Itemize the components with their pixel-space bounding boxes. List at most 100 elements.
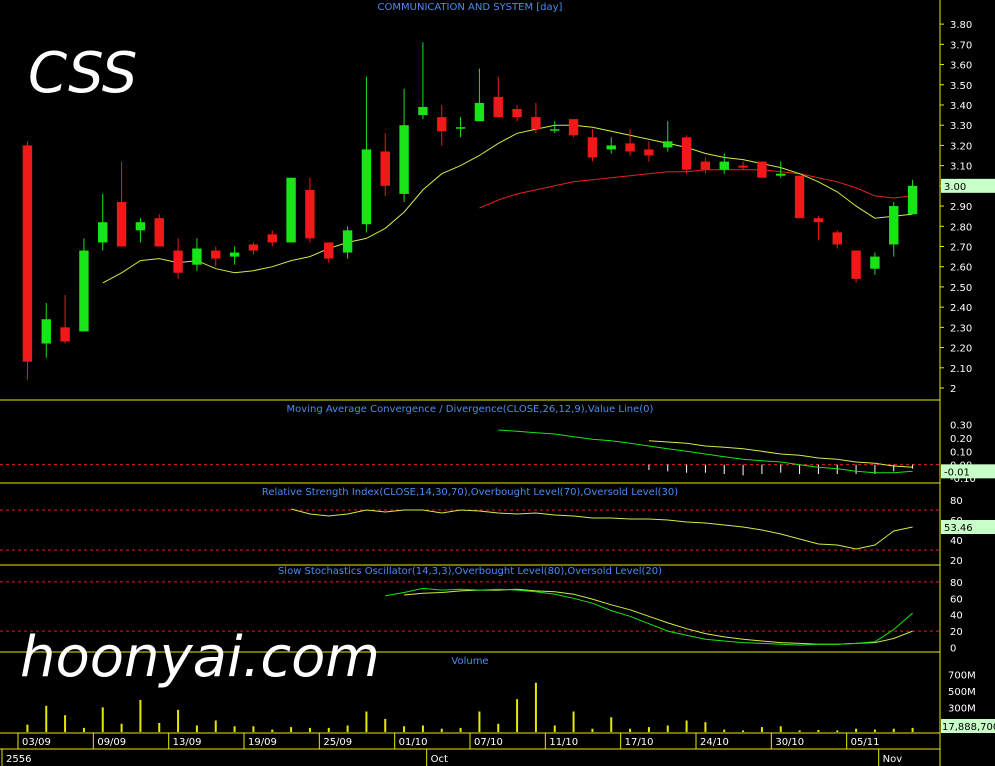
candle-body bbox=[324, 242, 334, 259]
rsi-tick-label: 20 bbox=[950, 556, 963, 567]
candle-body bbox=[832, 232, 842, 245]
price-tick-label: 3.20 bbox=[950, 141, 972, 152]
date-tick-label: 30/10 bbox=[775, 737, 804, 748]
price-tick-label: 3.70 bbox=[950, 40, 972, 51]
date-tick-label: 13/09 bbox=[173, 737, 202, 748]
candle-body bbox=[474, 102, 485, 122]
candle-body bbox=[98, 222, 108, 243]
price-tick-label: 2.10 bbox=[950, 364, 972, 375]
macd-tick-label: 0.20 bbox=[950, 434, 972, 445]
rsi-tick-label: 80 bbox=[950, 496, 963, 507]
candle-body bbox=[229, 252, 240, 257]
price-tick-label: 2.90 bbox=[950, 202, 972, 213]
candle-body bbox=[154, 218, 164, 247]
price-tick-label: 2.40 bbox=[950, 303, 972, 314]
candle-body bbox=[41, 319, 51, 344]
volume-tick-label: 500M bbox=[948, 687, 976, 698]
price-tick-label: 3.10 bbox=[950, 162, 972, 173]
macd-tick-label: 0.30 bbox=[950, 421, 972, 432]
macd-last-label: -0.01 bbox=[944, 467, 970, 478]
last-price-label: 3.00 bbox=[944, 182, 966, 193]
candle-body bbox=[663, 141, 673, 148]
candle-body bbox=[550, 129, 560, 131]
candle-body bbox=[776, 173, 786, 176]
candle-body bbox=[79, 250, 89, 332]
date-tick-label: 11/10 bbox=[549, 737, 578, 748]
candle-body bbox=[738, 165, 748, 168]
macd-title: Moving Average Convergence / Divergence(… bbox=[287, 404, 654, 415]
candle-body bbox=[870, 256, 880, 269]
price-tick-label: 2.70 bbox=[950, 242, 972, 253]
candle-body bbox=[587, 137, 598, 158]
date-tick-label: 17/10 bbox=[625, 737, 654, 748]
date-tick-label: 03/09 bbox=[22, 737, 51, 748]
macd-tick-label: 0.10 bbox=[950, 447, 972, 458]
rsi-last-label: 53.46 bbox=[944, 523, 973, 534]
price-tick-label: 2.50 bbox=[950, 283, 972, 294]
candle-body bbox=[267, 234, 277, 243]
candle-body bbox=[305, 189, 315, 239]
date-tick-label: 24/10 bbox=[700, 737, 729, 748]
candle-body bbox=[907, 185, 918, 215]
price-tick-label: 2.30 bbox=[950, 323, 972, 334]
price-tick-label: 3.80 bbox=[950, 20, 972, 31]
price-tick-label: 3.50 bbox=[950, 81, 972, 92]
price-tick-label: 2 bbox=[950, 384, 956, 395]
date-tick-label: 19/09 bbox=[248, 737, 277, 748]
candle-body bbox=[757, 161, 767, 178]
candle-body bbox=[681, 137, 692, 170]
month-tick-label: 2556 bbox=[6, 754, 31, 765]
chart-title: COMMUNICATION AND SYSTEM [day] bbox=[378, 2, 563, 13]
candle-body bbox=[531, 117, 541, 130]
date-tick-label: 25/09 bbox=[323, 737, 352, 748]
candle-body bbox=[286, 177, 296, 243]
candle-body bbox=[248, 244, 259, 251]
candle-body bbox=[211, 250, 221, 259]
price-tick-label: 3.40 bbox=[950, 101, 972, 112]
candle-body bbox=[361, 149, 372, 225]
candle-body bbox=[625, 143, 635, 152]
candle-body bbox=[418, 106, 428, 116]
rsi-tick-label: 40 bbox=[950, 536, 963, 547]
candle-body bbox=[192, 248, 202, 265]
price-tick-label: 3.30 bbox=[950, 121, 972, 132]
candle-body bbox=[342, 230, 353, 253]
candle-body bbox=[380, 151, 390, 186]
candle-body bbox=[60, 327, 70, 342]
candle-body bbox=[455, 127, 466, 129]
stoch-tick-label: 40 bbox=[950, 611, 963, 622]
month-tick-label: Oct bbox=[431, 754, 448, 765]
watermark: hoonyai.com bbox=[20, 625, 380, 690]
stoch-title: Slow Stochastics Oscillator(14,3,3),Over… bbox=[278, 566, 662, 577]
stoch-tick-label: 0 bbox=[950, 644, 956, 655]
price-tick-label: 3.60 bbox=[950, 61, 972, 72]
month-tick-label: Nov bbox=[883, 754, 903, 765]
candle-body bbox=[437, 117, 447, 132]
candle-body bbox=[493, 96, 503, 118]
stock-chart: 3.80 3.70 3.60 3.50 3.40 3.30 3.20 3.10 3.00 2.90… bbox=[0, 0, 995, 766]
date-tick-label: 07/10 bbox=[474, 737, 503, 748]
candle-body bbox=[568, 119, 579, 136]
volume-tick-label: 700M bbox=[948, 671, 976, 682]
candle-body bbox=[644, 149, 654, 156]
candle-body bbox=[135, 222, 146, 231]
stoch-tick-label: 60 bbox=[950, 594, 963, 605]
price-tick-label: 2.80 bbox=[950, 222, 972, 233]
candle-body bbox=[22, 145, 33, 362]
rsi-title: Relative Strength Index(CLOSE,14,30,70),… bbox=[262, 487, 678, 498]
candle-body bbox=[606, 145, 616, 150]
candle-body bbox=[813, 218, 824, 223]
candle-body bbox=[719, 161, 729, 170]
volume-title: Volume bbox=[451, 656, 488, 667]
stoch-tick-label: 80 bbox=[950, 578, 963, 589]
candle-body bbox=[173, 250, 183, 273]
volume-tick-label: 300M bbox=[948, 703, 976, 714]
stoch-tick-label: 20 bbox=[950, 627, 963, 638]
candle-body bbox=[116, 202, 127, 247]
candle-body bbox=[512, 109, 522, 118]
volume-last-label: 17,888,700 bbox=[942, 722, 995, 733]
symbol-label: CSS bbox=[28, 41, 137, 106]
candle-body bbox=[399, 125, 409, 194]
candle-body bbox=[794, 175, 805, 219]
price-tick-label: 2.60 bbox=[950, 263, 972, 274]
